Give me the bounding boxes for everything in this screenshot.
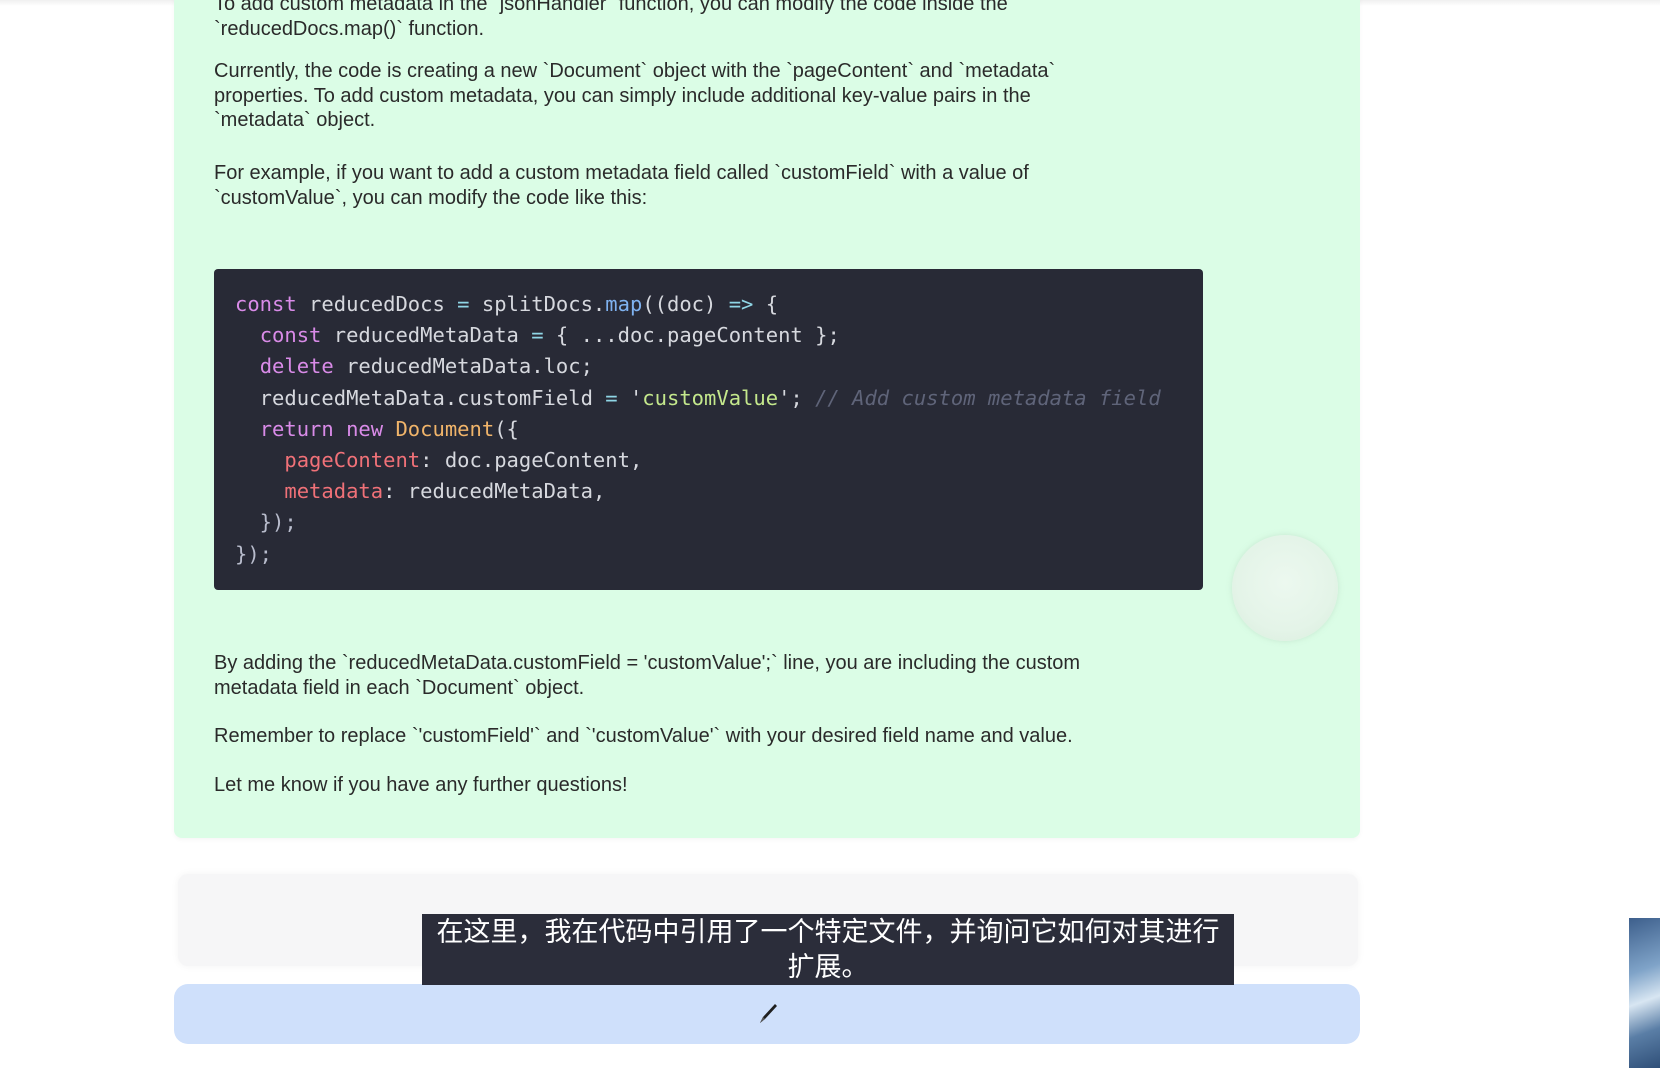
code-token: const [235,292,297,316]
video-subtitle: 在这里，我在代码中引用了一个特定文件，并询问它如何对其进行 扩展。 [422,914,1234,985]
answer-paragraph-closing: Let me know if you have any further ques… [214,774,628,796]
answer-paragraph-explanation: By adding the `reducedMetaData.customFie… [214,652,1081,699]
code-token: }); [235,541,273,566]
code-token: customValue [642,385,779,410]
code-token: ({ [494,416,519,441]
subtitle-line-1: 在这里，我在代码中引用了一个特定文件，并询问它如何对其进行 [436,917,1220,948]
pencil-icon[interactable] [756,1000,780,1026]
code-token: metadata [284,479,384,504]
code-line: reducedMetaData.customField = 'customVal… [235,383,1203,414]
code-block[interactable]: const reducedDocs = splitDocs.map((doc) … [214,269,1203,590]
code-token: Document [395,416,495,441]
code-token: pageContent [284,447,421,472]
subtitle-line-2: 扩展。 [787,952,869,983]
edge-thumbnail-image [1629,918,1660,1068]
code-line: const reducedMetaData = { ...doc.pageCon… [235,320,1203,351]
code-token: new [346,416,384,441]
code-token: = [531,323,544,348]
code-token: { ...doc.pageContent }; [543,323,840,348]
code-token: reducedMetaData [321,323,532,348]
answer-paragraph-current-code: Currently, the code is creating a new `D… [214,60,1056,131]
code-token: = [605,385,618,410]
answer-paragraph-example: For example, if you want to add a custom… [214,162,1029,209]
code-token: : doc.pageContent, [420,447,643,472]
code-token: splitDocs. [469,292,606,316]
code-token: // Add custom metadata field [815,385,1161,410]
answer-paragraph-intro: To add custom metadata in the `jsonHandl… [214,0,1008,40]
code-token: map [605,292,643,316]
answer-paragraph-replace-note: Remember to replace `'customField'` and … [214,725,1073,747]
code-line: metadata: reducedMetaData, [235,476,1203,507]
code-token: reducedMetaData.loc; [333,354,593,379]
code-token: reducedDocs [296,292,458,316]
code-line: pageContent: doc.pageContent, [235,445,1203,476]
code-token: { [753,292,779,316]
code-token: }); [235,510,297,535]
code-line: delete reducedMetaData.loc; [235,351,1203,382]
code-token: return [259,416,334,441]
code-token: => [728,292,754,316]
code-line: }); [235,507,1203,538]
chat-page: To add custom metadata in the `jsonHandl… [0,0,1660,1070]
code-line: return new Document({ [235,414,1203,445]
code-line: }); [235,539,1203,570]
code-line: const reducedDocs = splitDocs.map((doc) … [235,289,1203,320]
code-token: reducedMetaData.customField [235,385,606,410]
code-token: ((doc) [642,292,729,316]
code-token: : reducedMetaData, [383,479,606,504]
code-token: const [259,323,322,348]
code-token: delete [259,354,334,379]
floating-avatar-bubble[interactable] [1232,535,1338,641]
code-token: ' [617,385,643,410]
code-token: '; [778,385,816,410]
code-token: = [457,292,470,316]
